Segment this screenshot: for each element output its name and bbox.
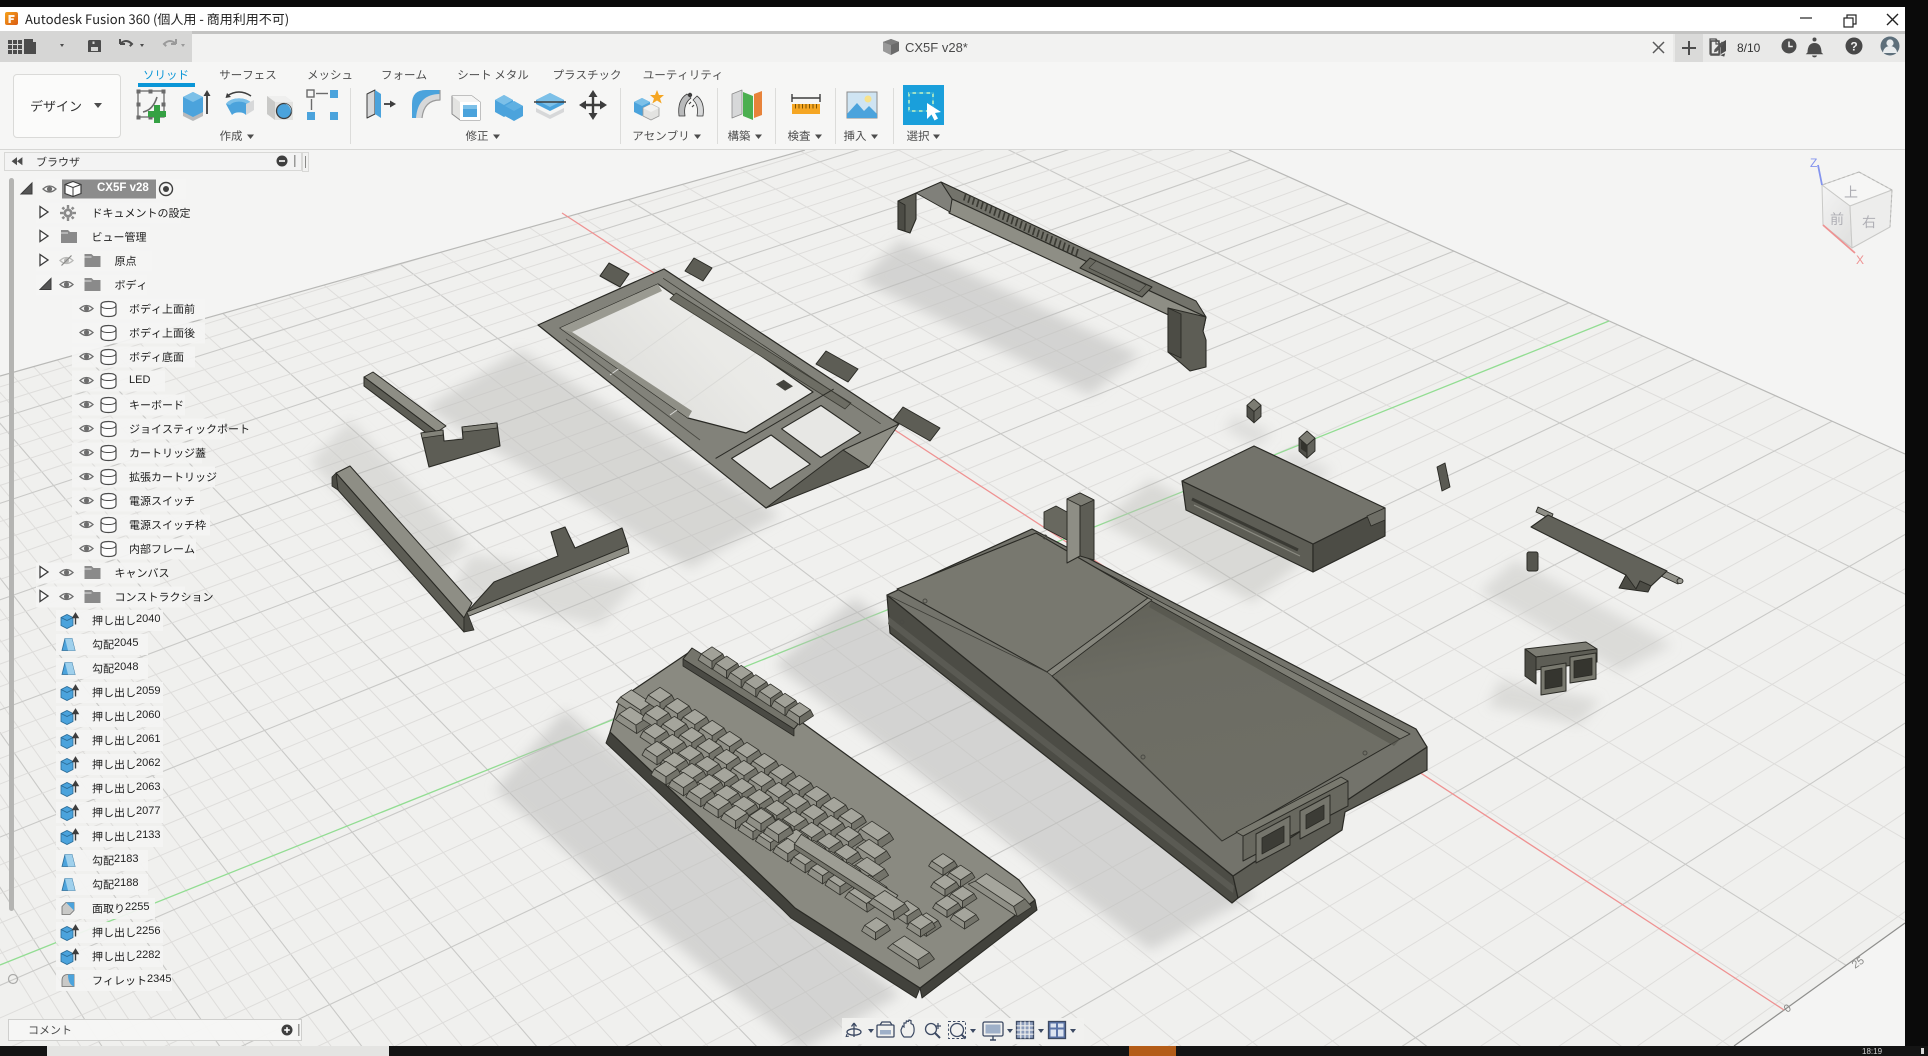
svg-text:?: ? — [1850, 40, 1857, 54]
svg-text:Z: Z — [1810, 156, 1817, 170]
svg-text:X: X — [1856, 253, 1864, 267]
